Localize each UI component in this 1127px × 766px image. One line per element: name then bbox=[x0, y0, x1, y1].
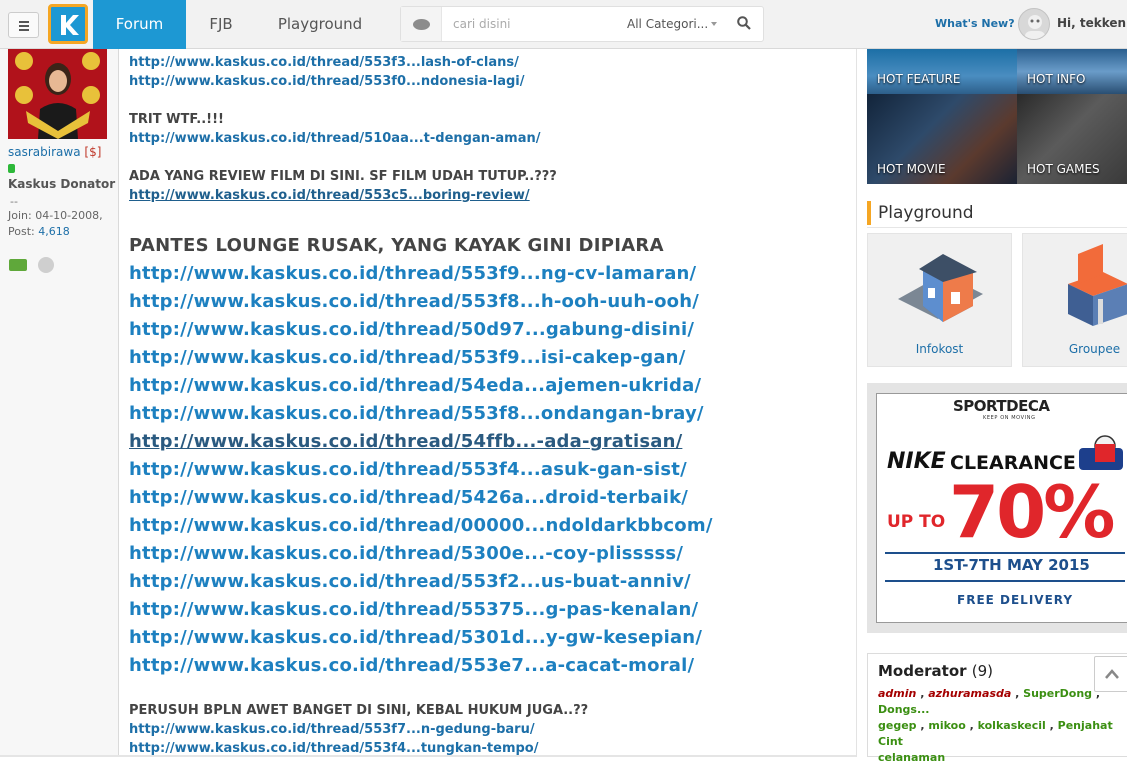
moderator-link[interactable]: admin bbox=[878, 687, 916, 700]
section-heading: TRIT WTF..!!! bbox=[129, 112, 224, 127]
thread-link[interactable]: http://www.kaskus.co.id/thread/55375...g… bbox=[129, 596, 849, 624]
ad-banner: SPORTDECA KEEP ON MOVING NIKE CLEARANCE … bbox=[876, 393, 1127, 623]
thread-link[interactable]: http://www.kaskus.co.id/thread/5301d...y… bbox=[129, 624, 849, 652]
thread-link[interactable]: http://www.kaskus.co.id/thread/553f0...n… bbox=[129, 72, 849, 91]
search-icon[interactable] bbox=[737, 16, 751, 30]
reputation-icon[interactable] bbox=[9, 259, 27, 271]
poster-avatar[interactable] bbox=[8, 49, 107, 139]
playground-heading: Playground bbox=[867, 201, 974, 225]
poster-rank: Kaskus Donator bbox=[8, 177, 116, 191]
moderator-link[interactable]: mikoo bbox=[928, 719, 965, 732]
moderator-link[interactable]: SuperDong bbox=[1023, 687, 1092, 700]
moderator-list: admin , azhuramasda , SuperDong , Dongs.… bbox=[878, 687, 1113, 764]
nike-logo: NIKE bbox=[887, 449, 946, 474]
search-bar: cari disini All Categori... bbox=[400, 6, 764, 42]
hot-feature-label: HOT FEATURE bbox=[877, 72, 961, 86]
thread-link[interactable]: http://www.kaskus.co.id/thread/50d97...g… bbox=[129, 316, 849, 344]
shopping-bag-icon bbox=[1075, 434, 1127, 472]
thread-link[interactable]: http://www.kaskus.co.id/thread/553c5...b… bbox=[129, 186, 849, 205]
thread-link[interactable]: http://www.kaskus.co.id/thread/00000...n… bbox=[129, 512, 849, 540]
hot-info-tile[interactable]: HOT INFO bbox=[1017, 49, 1127, 94]
hot-games-label: HOT GAMES bbox=[1027, 162, 1100, 176]
thread-link[interactable]: http://www.kaskus.co.id/thread/5426a...d… bbox=[129, 484, 849, 512]
playground-underline bbox=[867, 227, 1127, 228]
sportdeca-ad[interactable]: SPORTDECA KEEP ON MOVING NIKE CLEARANCE … bbox=[867, 383, 1127, 633]
hot-feature-tile[interactable]: HOT FEATURE bbox=[867, 49, 1017, 94]
section-heading: PERUSUH BPLN AWET BANGET DI SINI, KEBAL … bbox=[129, 703, 589, 718]
thread-link[interactable]: http://www.kaskus.co.id/thread/553f8...h… bbox=[129, 288, 849, 316]
poster-username[interactable]: sasrabirawa [$] bbox=[8, 145, 101, 159]
chevron-down-icon bbox=[711, 22, 717, 26]
hot-games-tile[interactable]: HOT GAMES bbox=[1017, 94, 1127, 184]
post-count-link[interactable]: 4,618 bbox=[38, 225, 70, 238]
ad-percent: 70% bbox=[949, 470, 1115, 554]
post-label: Post: bbox=[8, 225, 35, 238]
hot-info-label: HOT INFO bbox=[1027, 72, 1086, 86]
top-navbar: Forum FJB Playground cari disini All Cat… bbox=[0, 0, 1127, 49]
user-avatar-icon[interactable] bbox=[1018, 8, 1050, 40]
tab-playground[interactable]: Playground bbox=[270, 0, 370, 49]
column-divider bbox=[856, 49, 857, 757]
infokost-card[interactable]: Infokost bbox=[867, 233, 1012, 367]
section-heading: ADA YANG REVIEW FILM DI SINI. SF FILM UD… bbox=[129, 169, 557, 184]
moderator-title: Moderator (9) bbox=[878, 662, 994, 680]
thread-link[interactable]: http://www.kaskus.co.id/thread/553f3...l… bbox=[129, 53, 849, 72]
tab-fjb[interactable]: FJB bbox=[196, 0, 246, 49]
thread-link[interactable]: http://www.kaskus.co.id/thread/553e7...a… bbox=[129, 652, 849, 680]
ad-free-delivery: FREE DELIVERY bbox=[957, 593, 1074, 607]
chat-bubble-icon[interactable] bbox=[401, 7, 442, 41]
thread-link[interactable]: http://www.kaskus.co.id/thread/5300e...-… bbox=[129, 540, 849, 568]
moderator-link[interactable]: Dongs... bbox=[878, 703, 929, 716]
chair-icon bbox=[1068, 244, 1127, 326]
moderator-count: (9) bbox=[971, 662, 994, 680]
moderator-link[interactable]: gegep bbox=[878, 719, 917, 732]
kaskus-logo[interactable] bbox=[48, 4, 88, 44]
thread-link[interactable]: http://www.kaskus.co.id/thread/54ffb...-… bbox=[129, 428, 849, 456]
hot-movie-tile[interactable]: HOT MOVIE bbox=[867, 94, 1017, 184]
donator-badge: [$] bbox=[84, 145, 102, 159]
thread-link[interactable]: http://www.kaskus.co.id/thread/54eda...a… bbox=[129, 372, 849, 400]
post-count: Post: 4,618 bbox=[8, 225, 70, 238]
emoticon-icon[interactable] bbox=[38, 257, 54, 273]
thread-link[interactable]: http://www.kaskus.co.id/thread/553f9...n… bbox=[129, 260, 849, 288]
hamburger-menu-icon[interactable] bbox=[8, 12, 39, 38]
thread-link[interactable]: http://www.kaskus.co.id/thread/553f8...o… bbox=[129, 400, 849, 428]
thread-link[interactable]: http://www.kaskus.co.id/thread/553f2...u… bbox=[129, 568, 849, 596]
online-status-icon bbox=[8, 164, 15, 173]
moderator-link[interactable]: kolkaskecil bbox=[978, 719, 1046, 732]
user-greeting[interactable]: Hi, tekken10 bbox=[1057, 16, 1127, 30]
thread-link[interactable]: http://www.kaskus.co.id/thread/553f7...n… bbox=[129, 720, 849, 739]
chevron-up-icon bbox=[1105, 669, 1119, 679]
moderator-box: Moderator (9) admin , azhuramasda , Supe… bbox=[867, 653, 1127, 764]
whats-new-link[interactable]: What's New? bbox=[935, 17, 1015, 30]
poster-info-panel: sasrabirawa [$] Kaskus Donator -- Join: … bbox=[0, 49, 119, 757]
scroll-to-top-button[interactable] bbox=[1094, 656, 1127, 692]
tab-forum[interactable]: Forum bbox=[93, 0, 186, 49]
groupee-card[interactable]: Groupee bbox=[1022, 233, 1127, 367]
join-date: Join: 04-10-2008, bbox=[8, 209, 103, 222]
thread-link[interactable]: http://www.kaskus.co.id/thread/553f9...i… bbox=[129, 344, 849, 372]
post-content: ADA LAGI TRIT BEGINIAN... http://www.kas… bbox=[129, 36, 849, 758]
thread-link[interactable]: http://www.kaskus.co.id/thread/510aa...t… bbox=[129, 129, 849, 148]
infokost-label: Infokost bbox=[915, 342, 964, 356]
ad-dates: 1ST-7TH MAY 2015 bbox=[933, 556, 1090, 574]
groupee-label: Groupee bbox=[1068, 342, 1121, 356]
ad-tagline: KEEP ON MOVING bbox=[983, 415, 1036, 421]
hot-movie-label: HOT MOVIE bbox=[877, 162, 946, 176]
section-heading: PANTES LOUNGE RUSAK, YANG KAYAK GINI DIP… bbox=[129, 235, 664, 256]
house-icon bbox=[898, 254, 983, 322]
thread-link[interactable]: http://www.kaskus.co.id/thread/553f4...a… bbox=[129, 456, 849, 484]
moderator-link[interactable]: celanaman bbox=[878, 751, 945, 764]
ad-brand: SPORTDECA bbox=[953, 397, 1050, 415]
search-input[interactable]: cari disini bbox=[453, 7, 613, 41]
ad-upto: UP TO bbox=[887, 512, 946, 532]
poster-subtitle: -- bbox=[10, 195, 18, 208]
category-select[interactable]: All Categori... bbox=[627, 7, 723, 41]
moderator-link[interactable]: azhuramasda bbox=[928, 687, 1011, 700]
